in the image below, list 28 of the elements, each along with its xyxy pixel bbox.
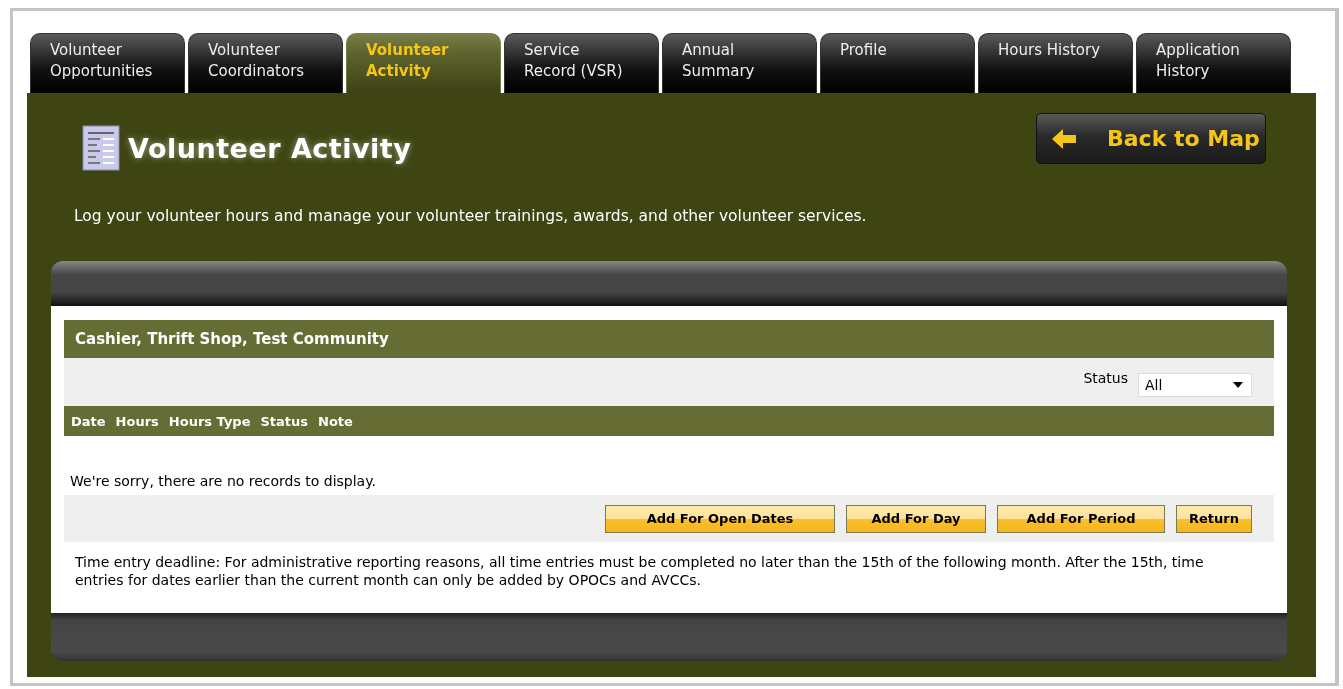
filter-label: Status <box>1083 370 1128 386</box>
page-title: Volunteer Activity <box>128 132 412 164</box>
column-header: Hours Type <box>168 413 251 429</box>
document-icon <box>82 125 120 171</box>
column-header: Note <box>318 413 353 429</box>
deadline-note: Time entry deadline: For administrative reporting reasons, all time entries must be completed no later than the 15th of the following month. After the 15th, time entries for dates earlier than the current month can only be added by OPOCs and AVCCs. <box>74 553 1205 589</box>
tab[interactable]: Volunteer Opportunities <box>30 33 185 93</box>
page-description: Log your volunteer hours and manage your volunteer trainings, awards, and other volunteer services. <box>74 207 868 225</box>
tab[interactable]: Profile <box>820 33 975 93</box>
column-header: Date <box>71 413 106 429</box>
status-dropdown[interactable]: All <box>1138 373 1252 397</box>
caret-icon <box>1233 382 1243 388</box>
tab[interactable]: Application History <box>1136 33 1291 93</box>
column-header: Hours <box>115 413 159 429</box>
action-button[interactable]: Add For Day <box>846 504 986 533</box>
back-to-map-button[interactable]: Back to Map <box>1036 113 1266 164</box>
action-button[interactable]: Add For Period <box>997 504 1165 533</box>
tab[interactable]: Volunteer Activity <box>346 33 501 93</box>
left-arrow-icon <box>1051 127 1077 150</box>
tab[interactable]: Annual Summary <box>662 33 817 93</box>
action-button[interactable]: Return <box>1176 504 1252 533</box>
column-header: Status <box>260 413 309 429</box>
tab[interactable]: Service Record (VSR) <box>504 33 659 93</box>
action-button[interactable]: Add For Open Dates <box>605 504 835 533</box>
section-heading: Cashier, Thrift Shop, Test Community <box>64 320 1274 358</box>
tab[interactable]: Volunteer Coordinators <box>188 33 343 93</box>
empty-message: We're sorry, there are no records to display. <box>69 472 377 491</box>
tab[interactable]: Hours History <box>978 33 1133 93</box>
